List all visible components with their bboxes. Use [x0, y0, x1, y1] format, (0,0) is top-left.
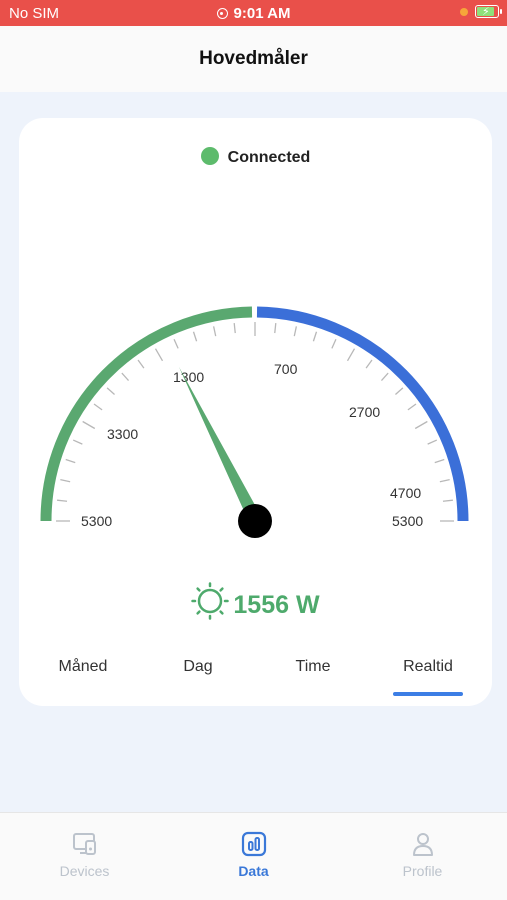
page-title: Hovedmåler	[199, 48, 308, 69]
gauge-arc-consumption	[40, 306, 253, 522]
gauge-label-right-2700: 2700	[349, 404, 380, 420]
period-tabs: Måned Dag Time Realtid	[19, 654, 492, 704]
gauge-tick	[93, 403, 103, 411]
gauge-tick	[427, 439, 438, 445]
header: Hovedmåler	[0, 26, 507, 92]
tab-maned[interactable]: Måned	[24, 658, 142, 676]
gauge-tick	[414, 420, 428, 430]
gauge-tick	[407, 403, 417, 411]
nav-devices[interactable]: Devices	[0, 831, 169, 879]
power-value: 1556 W	[233, 591, 320, 620]
gauge-label-right-4700: 4700	[390, 485, 421, 501]
gauge-tick	[72, 439, 83, 445]
battery-icon: ⚡	[475, 5, 502, 18]
gauge-tick	[154, 348, 164, 362]
nav-devices-label: Devices	[59, 863, 110, 879]
gauge-tick	[439, 478, 450, 483]
status-bar: No SIM 9:01 AM ⚡	[0, 0, 507, 26]
recording-icon	[216, 8, 228, 19]
gauge-tick	[173, 338, 179, 349]
nav-profile-label: Profile	[402, 863, 443, 879]
gauge-tick	[82, 420, 96, 430]
tab-time[interactable]: Time	[254, 658, 372, 676]
power-readout: 1556 W	[19, 582, 492, 629]
gauge-tick	[212, 326, 217, 337]
gauge-label-left-1300: 1300	[173, 369, 204, 385]
nav-data-label: Data	[238, 863, 269, 879]
gauge-label-right-700: 700	[274, 361, 298, 377]
gauge-tick	[293, 326, 298, 337]
meter-card: Connected 5300 3300 1300 700 2700 4700 5…	[19, 118, 492, 706]
tab-dag[interactable]: Dag	[139, 658, 257, 676]
tab-realtid[interactable]: Realtid	[369, 658, 487, 676]
gauge-tick	[57, 499, 68, 502]
profile-icon	[412, 833, 433, 856]
gauge-label-left-5300: 5300	[81, 513, 112, 529]
gauge-tick	[434, 458, 445, 464]
gauge-tick	[442, 499, 453, 502]
gauge-tick	[121, 372, 130, 381]
power-gauge: 5300 3300 1300 700 2700 4700 5300	[40, 306, 469, 538]
gauge-hub	[238, 504, 272, 538]
clock: 9:01 AM	[233, 5, 291, 22]
mic-indicator-icon	[460, 7, 468, 16]
tab-active-indicator	[393, 692, 463, 696]
sun-icon	[191, 582, 230, 627]
gauge-needle	[179, 367, 261, 522]
gauge-tick	[395, 387, 404, 396]
gauge-tick	[312, 331, 318, 342]
gauge-tick	[233, 323, 236, 334]
gauge-tick	[137, 359, 145, 369]
gauge-label-right-5300: 5300	[392, 513, 423, 529]
nav-data[interactable]: Data	[169, 831, 338, 879]
gauge-tick	[106, 387, 115, 396]
gauge-tick	[380, 372, 389, 381]
gauge-tick	[346, 348, 356, 362]
gauge-tick	[365, 359, 373, 369]
gauge-tick	[274, 323, 277, 334]
nav-profile[interactable]: Profile	[338, 831, 507, 879]
gauge-tick	[192, 331, 198, 342]
gauge-tick	[60, 478, 71, 483]
devices-icon	[72, 833, 96, 855]
gauge-tick	[65, 458, 76, 464]
data-icon	[241, 831, 266, 857]
gauge-label-left-3300: 3300	[107, 426, 138, 442]
gauge-tick	[331, 338, 337, 349]
bottom-nav: Devices Data Profile	[0, 812, 507, 900]
